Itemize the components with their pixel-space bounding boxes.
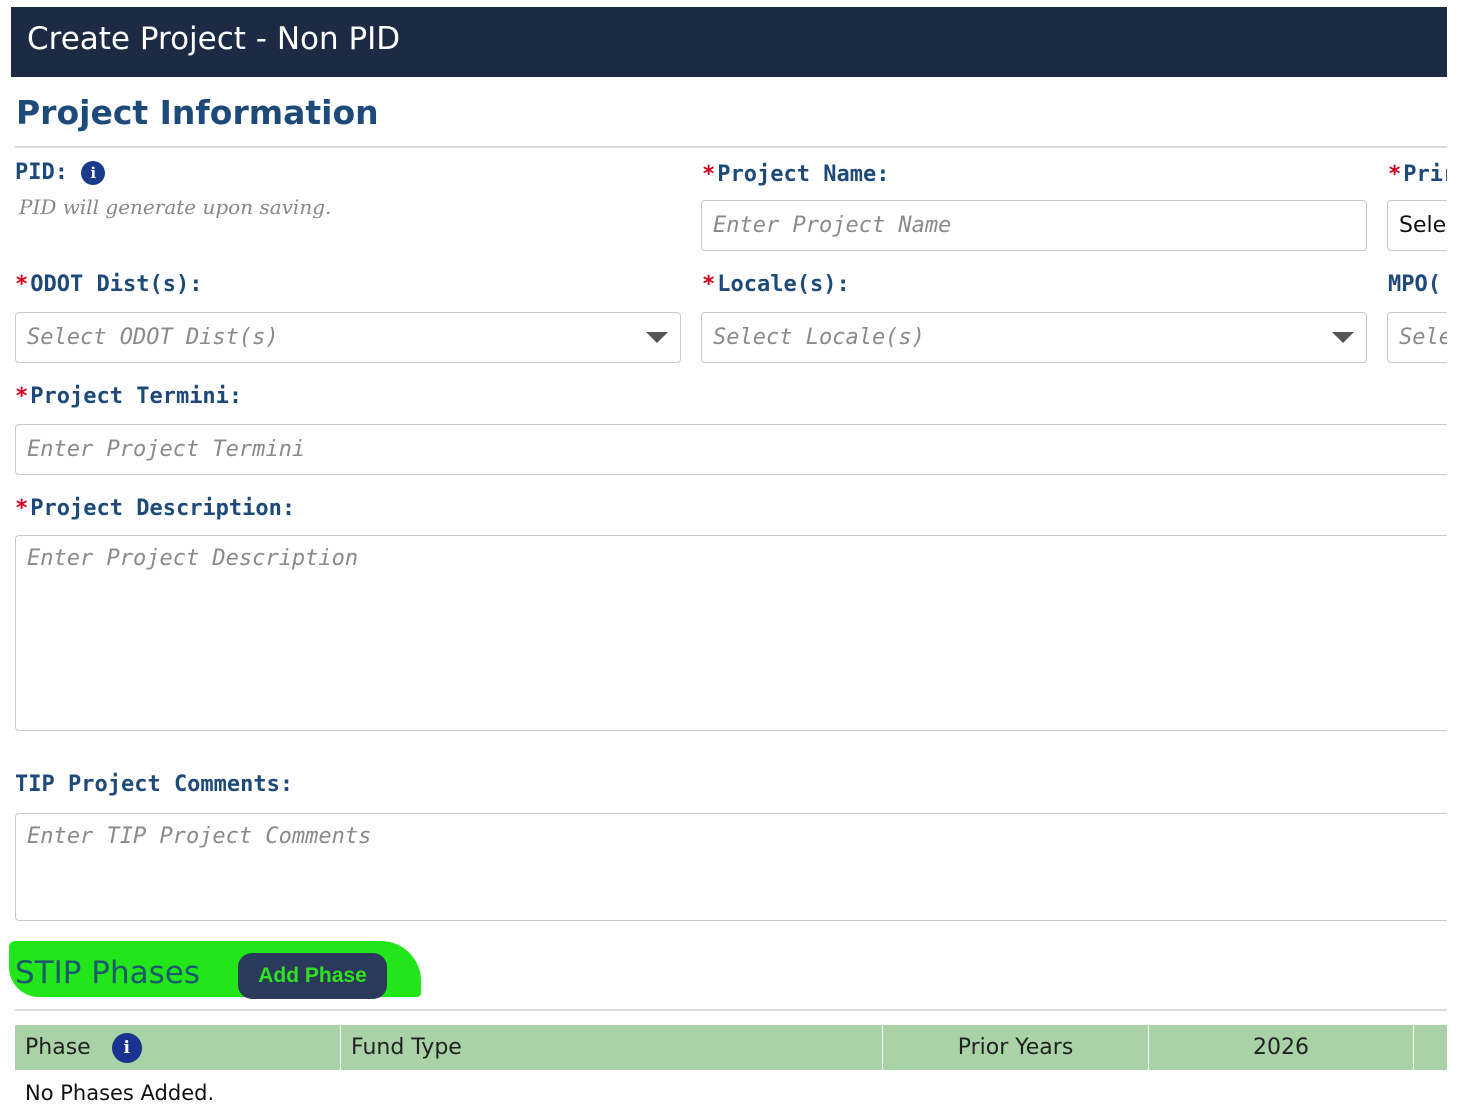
tip-comments-textarea[interactable]: Enter TIP Project Comments bbox=[15, 813, 1447, 921]
prime-select[interactable]: Sele bbox=[1387, 200, 1447, 251]
project-termini-label: *Project Termini: bbox=[15, 384, 243, 409]
required-marker: * bbox=[15, 272, 29, 297]
stip-phases-title: STIP Phases bbox=[15, 955, 201, 991]
locales-label: *Locale(s): bbox=[702, 272, 850, 297]
project-name-label: *Project Name: bbox=[702, 162, 890, 187]
project-name-input[interactable]: Enter Project Name bbox=[701, 200, 1367, 251]
locales-select[interactable]: Select Locale(s) bbox=[701, 312, 1367, 363]
info-icon[interactable]: i bbox=[81, 161, 106, 185]
caret-down-icon[interactable] bbox=[1332, 332, 1354, 343]
required-marker: * bbox=[702, 162, 716, 187]
required-marker: * bbox=[15, 496, 29, 521]
info-icon[interactable]: i bbox=[111, 1033, 142, 1063]
column-header-prior-years[interactable]: Prior Years bbox=[882, 1025, 1148, 1070]
stip-divider bbox=[15, 1009, 1447, 1011]
odot-dists-label: *ODOT Dist(s): bbox=[15, 272, 203, 297]
odot-dists-select[interactable]: Select ODOT Dist(s) bbox=[15, 312, 681, 363]
section-title-project-information: Project Information bbox=[16, 93, 379, 132]
caret-down-icon[interactable] bbox=[646, 332, 668, 343]
required-marker: * bbox=[1388, 162, 1402, 187]
phases-table-header: Phase i Fund Type Prior Years 2026 bbox=[15, 1025, 1447, 1070]
pid-hint: PID will generate upon saving. bbox=[19, 195, 332, 219]
section-divider bbox=[15, 146, 1447, 148]
column-header-2026[interactable]: 2026 bbox=[1148, 1025, 1413, 1070]
column-header-phase[interactable]: Phase i bbox=[15, 1025, 340, 1070]
add-phase-button[interactable]: Add Phase bbox=[238, 953, 387, 999]
no-phases-message: No Phases Added. bbox=[25, 1081, 215, 1105]
mpo-label: MPO( bbox=[1388, 272, 1441, 297]
create-project-page: Create Project - Non PID Project Informa… bbox=[0, 0, 1461, 1116]
page-header: Create Project - Non PID bbox=[11, 7, 1447, 77]
project-description-textarea[interactable]: Enter Project Description bbox=[15, 535, 1447, 731]
viewport-edge bbox=[1447, 0, 1461, 1116]
required-marker: * bbox=[15, 384, 29, 409]
required-marker: * bbox=[702, 272, 716, 297]
prime-label: *Prir bbox=[1388, 162, 1457, 187]
page-title: Create Project - Non PID bbox=[27, 21, 401, 57]
column-header-next bbox=[1413, 1025, 1447, 1070]
pid-label: PID: i bbox=[15, 160, 106, 185]
tip-comments-label: TIP Project Comments: bbox=[15, 772, 294, 797]
column-header-fund-type[interactable]: Fund Type bbox=[340, 1025, 882, 1070]
mpo-select[interactable]: Sele bbox=[1387, 312, 1447, 363]
project-termini-input[interactable]: Enter Project Termini bbox=[15, 424, 1447, 475]
project-description-label: *Project Description: bbox=[15, 496, 296, 521]
